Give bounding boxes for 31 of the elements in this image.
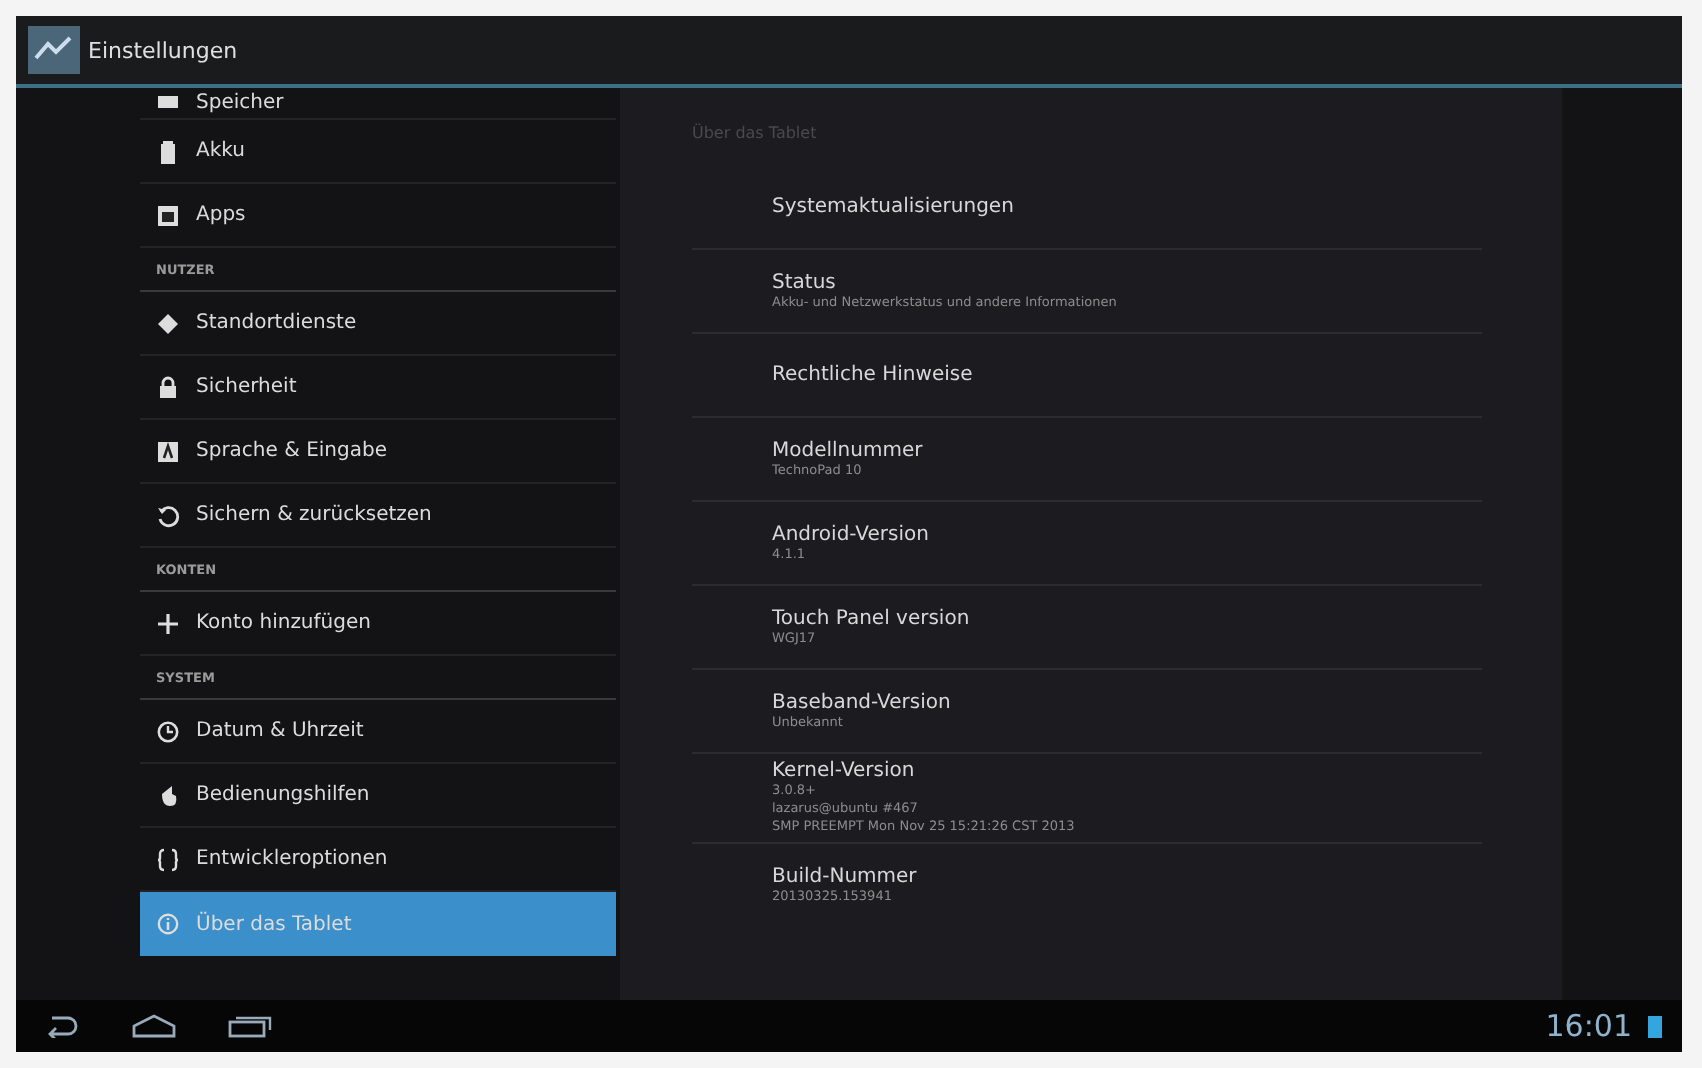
sidebar-item[interactable]: Bedienungshilfen (140, 764, 616, 828)
plus-icon (156, 611, 180, 635)
apps-icon (156, 203, 180, 227)
back-icon[interactable] (44, 1014, 80, 1038)
sidebar-item[interactable]: Sprache & Eingabe (140, 420, 616, 484)
clock-icon (156, 719, 180, 743)
hand-icon (156, 783, 180, 807)
info-icon (156, 912, 180, 936)
sidebar-item[interactable]: Datum & Uhrzeit (140, 700, 616, 764)
sidebar-item[interactable]: Sicherheit (140, 356, 616, 420)
settings-app-icon[interactable] (28, 26, 80, 74)
sidebar-item[interactable]: Konto hinzufügen (140, 592, 616, 656)
restore-icon (156, 503, 180, 527)
sidebar-item[interactable]: Standortdienste (140, 292, 616, 356)
sidebar-item[interactable]: Speicher (140, 88, 616, 120)
language-icon (156, 439, 180, 463)
location-icon (156, 311, 180, 335)
window-title: Einstellungen (88, 37, 238, 63)
sidebar-item[interactable]: Sichern & zurücksetzen (140, 484, 616, 548)
battery-icon (1648, 1014, 1662, 1038)
home-icon[interactable] (132, 1014, 176, 1038)
brackets-icon (156, 847, 180, 871)
settings-row[interactable]: Rechtliche Hinweise (692, 334, 1482, 418)
sidebar-item[interactable]: Akku (140, 120, 616, 184)
battery-icon (156, 139, 180, 163)
clock-time: 16:01 (1545, 1008, 1632, 1044)
sidebar-item[interactable]: Apps (140, 184, 616, 248)
settings-row[interactable]: Systemaktualisierungen (692, 166, 1482, 250)
recent-apps-icon[interactable] (228, 1014, 272, 1038)
lock-icon (156, 375, 180, 399)
storage-icon (156, 90, 180, 114)
